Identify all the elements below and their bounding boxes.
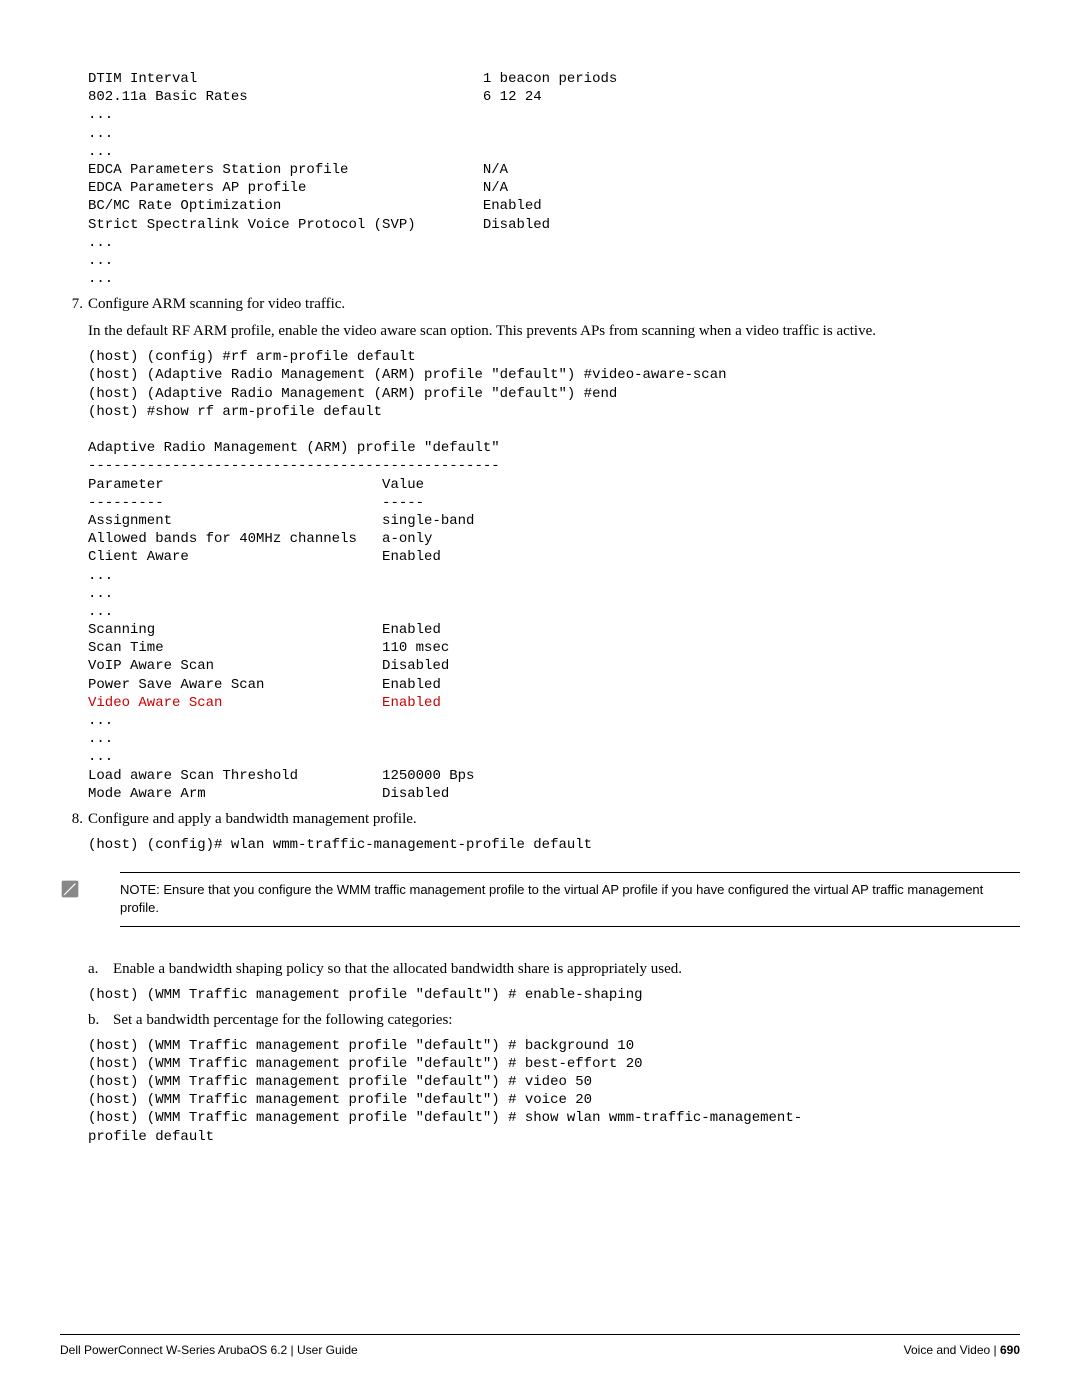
code-block-5: (host) (WMM Traffic management profile "… (88, 1037, 1020, 1146)
footer-page-number: 690 (1000, 1343, 1020, 1357)
substep-a: a. Enable a bandwidth shaping policy so … (60, 959, 1020, 980)
code-block-2-highlight: Video Aware Scan Enabled (88, 695, 441, 711)
note-icon (60, 879, 80, 899)
page-footer: Dell PowerConnect W-Series ArubaOS 6.2 |… (60, 1334, 1020, 1357)
step-8-content: Configure and apply a bandwidth manageme… (88, 809, 1020, 830)
code-block-1: DTIM Interval 1 beacon periods 802.11a B… (88, 70, 1020, 288)
step-8: 8. Configure and apply a bandwidth manag… (60, 809, 1020, 830)
footer-section: Voice and Video (904, 1343, 991, 1357)
note-label: NOTE: (120, 882, 160, 897)
code-block-3: (host) (config)# wlan wmm-traffic-manage… (88, 836, 1020, 854)
code-block-3-container: (host) (config)# wlan wmm-traffic-manage… (60, 836, 1020, 854)
footer-right: Voice and Video | 690 (904, 1343, 1020, 1357)
page: DTIM Interval 1 beacon periods 802.11a B… (0, 0, 1080, 1397)
code-block-4-container: (host) (WMM Traffic management profile "… (60, 986, 1020, 1004)
code-block-2-post: ... ... ... Load aware Scan Threshold 12… (88, 713, 474, 802)
step-8-title: Configure and apply a bandwidth manageme… (88, 811, 417, 827)
code-block-2-pre: (host) (config) #rf arm-profile default … (88, 349, 727, 692)
code-block-2: (host) (config) #rf arm-profile default … (88, 348, 1020, 803)
step-7: 7. Configure ARM scanning for video traf… (60, 294, 1020, 315)
footer-separator: | (990, 1343, 1000, 1357)
code-block-1-container: DTIM Interval 1 beacon periods 802.11a B… (60, 70, 1020, 288)
footer-left: Dell PowerConnect W-Series ArubaOS 6.2 |… (60, 1343, 358, 1357)
note-text: Ensure that you configure the WMM traffi… (120, 882, 983, 915)
substep-b-letter: b. (88, 1010, 113, 1031)
step-7-title: Configure ARM scanning for video traffic… (88, 296, 345, 312)
note-block: NOTE: Ensure that you configure the WMM … (120, 872, 1020, 926)
step-7-number: 7. (60, 294, 88, 315)
code-block-4: (host) (WMM Traffic management profile "… (88, 986, 1020, 1004)
footer-guide: | User Guide (287, 1343, 357, 1357)
substep-a-text: Enable a bandwidth shaping policy so tha… (113, 959, 1020, 980)
step-8-number: 8. (60, 809, 88, 830)
code-block-2-container: (host) (config) #rf arm-profile default … (60, 348, 1020, 803)
code-block-5-container: (host) (WMM Traffic management profile "… (60, 1037, 1020, 1146)
substep-b-text: Set a bandwidth percentage for the follo… (113, 1010, 1020, 1031)
substep-b: b. Set a bandwidth percentage for the fo… (60, 1010, 1020, 1031)
step-7-content: Configure ARM scanning for video traffic… (88, 294, 1020, 315)
footer-product: Dell PowerConnect W-Series ArubaOS 6.2 (60, 1343, 287, 1357)
step-7-paragraph: In the default RF ARM profile, enable th… (60, 321, 1020, 342)
substep-a-letter: a. (88, 959, 113, 980)
